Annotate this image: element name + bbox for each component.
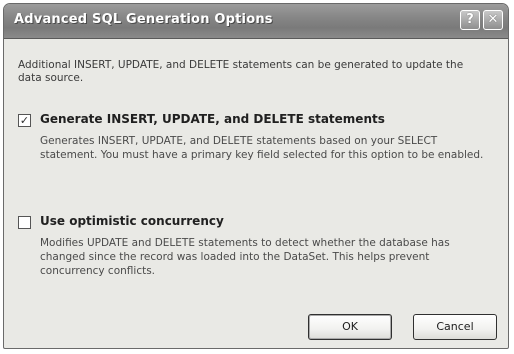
close-button[interactable]: ✕ bbox=[483, 10, 503, 30]
advanced-sql-options-dialog: Advanced SQL Generation Options ? ✕ Addi… bbox=[3, 3, 509, 349]
optimistic-concurrency-label[interactable]: Use optimistic concurrency bbox=[40, 214, 224, 228]
checkmark-icon: ✓ bbox=[19, 114, 30, 127]
close-icon: ✕ bbox=[487, 12, 499, 27]
dialog-title: Advanced SQL Generation Options bbox=[14, 12, 273, 27]
cancel-button[interactable]: Cancel bbox=[413, 314, 497, 340]
help-icon: ? bbox=[466, 12, 474, 27]
title-bar[interactable]: Advanced SQL Generation Options ? ✕ bbox=[4, 4, 508, 39]
generate-statements-description: Generates INSERT, UPDATE, and DELETE sta… bbox=[40, 135, 484, 161]
ok-button[interactable]: OK bbox=[308, 314, 392, 340]
optimistic-concurrency-checkbox[interactable] bbox=[18, 216, 31, 229]
generate-statements-checkbox[interactable]: ✓ bbox=[18, 114, 31, 127]
generate-statements-label[interactable]: Generate INSERT, UPDATE, and DELETE stat… bbox=[40, 112, 385, 126]
optimistic-concurrency-description: Modifies UPDATE and DELETE statements to… bbox=[40, 237, 450, 277]
intro-text: Additional INSERT, UPDATE, and DELETE st… bbox=[18, 59, 464, 84]
help-button[interactable]: ? bbox=[460, 10, 480, 30]
